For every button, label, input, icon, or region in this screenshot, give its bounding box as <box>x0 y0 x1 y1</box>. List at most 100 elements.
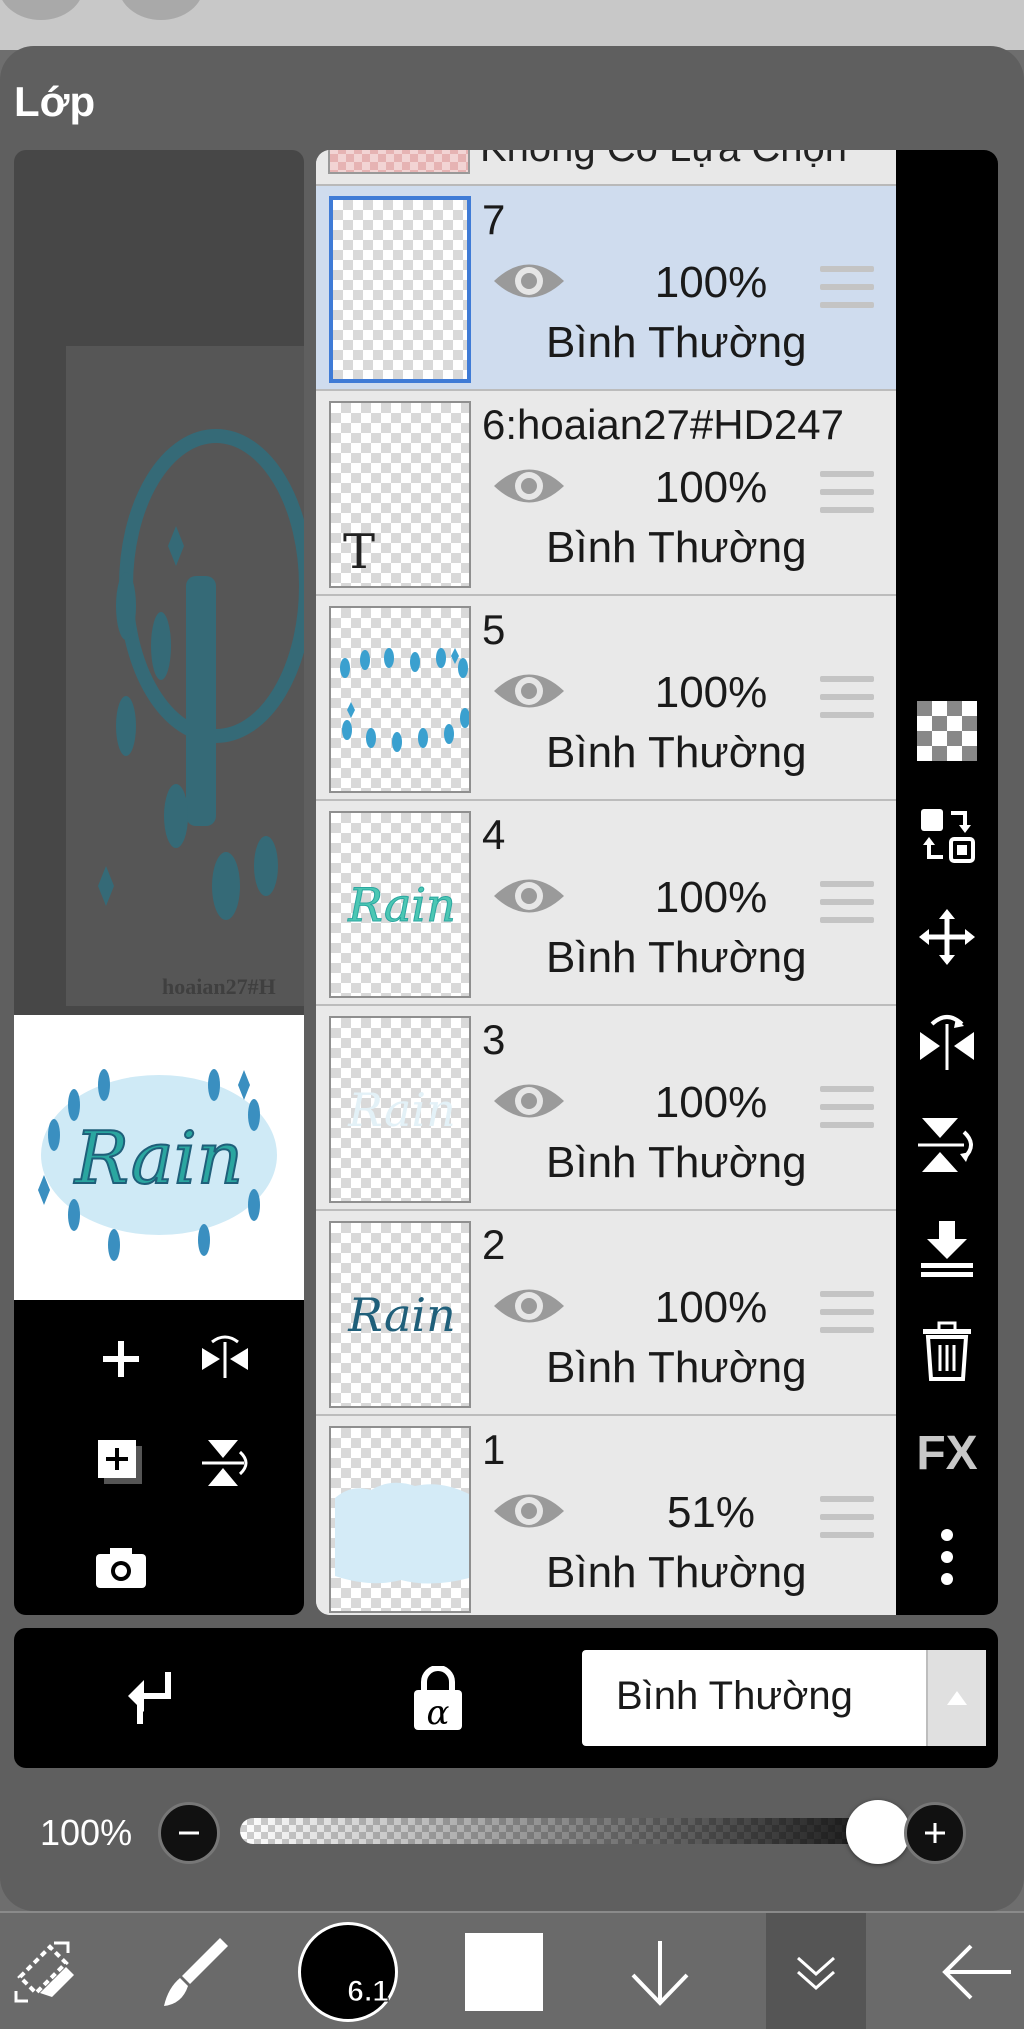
layer-opacity[interactable]: 100% <box>616 463 806 513</box>
back-arrow-icon[interactable] <box>930 1913 1024 2029</box>
layer-row[interactable]: T 6:hoaian27#HD247 100% Bình Thường <box>316 391 896 596</box>
flip-canvas-horizontal-icon[interactable] <box>194 1328 256 1390</box>
flip-canvas-vertical-icon[interactable] <box>194 1432 256 1494</box>
add-layer-icon[interactable] <box>90 1328 152 1390</box>
plus-icon[interactable] <box>904 1802 966 1864</box>
drag-handle-icon[interactable] <box>820 881 874 923</box>
camera-icon[interactable] <box>90 1536 152 1598</box>
layer-thumbnail[interactable] <box>329 606 471 793</box>
layer-opacity[interactable]: 100% <box>616 1078 806 1128</box>
transparency-icon[interactable] <box>906 690 988 772</box>
opacity-slider-handle[interactable] <box>846 1800 910 1864</box>
alpha-lock-icon[interactable]: α <box>410 1665 466 1737</box>
merge-down-icon[interactable] <box>906 1208 988 1290</box>
eye-icon[interactable] <box>492 1486 566 1536</box>
flip-horizontal-icon[interactable] <box>906 1000 988 1082</box>
more-icon[interactable] <box>906 1516 988 1598</box>
canvas-thumbnail[interactable]: Rain <box>14 1015 304 1300</box>
layer-thumbnail[interactable]: Rain <box>329 1221 471 1408</box>
blend-mode-select[interactable]: Bình Thường <box>582 1650 986 1746</box>
selection-layer[interactable]: Không Có Lựa Chọn <box>316 150 896 186</box>
swap-layers-icon[interactable] <box>906 794 988 876</box>
eye-icon[interactable] <box>492 1076 566 1126</box>
eye-icon[interactable] <box>492 256 566 306</box>
layer-thumbnail[interactable] <box>329 1426 471 1613</box>
layer-row[interactable]: Rain 2 100% Bình Thường <box>316 1211 896 1416</box>
selection-layer-thumbnail <box>328 150 470 174</box>
layer-thumbnail[interactable]: T <box>329 401 471 588</box>
transform-eraser-icon[interactable] <box>0 1913 90 2029</box>
layer-row[interactable]: 7 100% Bình Thường <box>316 186 896 391</box>
layer-blend-mode[interactable]: Bình Thường <box>546 933 807 983</box>
brush-size-indicator: 6.1 <box>298 1922 398 2022</box>
bottom-toolbar: 6.1 <box>0 1911 1024 2029</box>
minus-icon[interactable] <box>158 1802 220 1864</box>
thumbnail-text: Rain <box>347 1288 455 1342</box>
status-strip <box>0 0 1024 50</box>
drag-handle-icon[interactable] <box>820 1291 874 1333</box>
layer-row[interactable]: Rain 4 100% Bình Thường <box>316 801 896 1006</box>
fx-icon[interactable]: FX <box>906 1412 988 1494</box>
eye-icon[interactable] <box>492 666 566 716</box>
layer-blend-mode[interactable]: Bình Thường <box>546 1548 807 1598</box>
fx-label: FX <box>916 1426 978 1480</box>
layer-row[interactable]: 1 51% Bình Thường <box>316 1416 896 1615</box>
drag-handle-icon[interactable] <box>820 471 874 513</box>
arrow-down-icon[interactable] <box>614 1913 706 2029</box>
clipping-icon[interactable] <box>124 1666 178 1735</box>
drag-handle-icon[interactable] <box>820 1496 874 1538</box>
canvas-preview: hoaian27#H Rain <box>14 150 304 1615</box>
eye-icon[interactable] <box>492 871 566 921</box>
layer-name: 5 <box>482 606 506 653</box>
layer-tool-column: FX <box>896 150 998 1615</box>
opacity-value: 100% <box>40 1812 133 1853</box>
layer-opacity[interactable]: 51% <box>616 1488 806 1538</box>
canvas-watermark: hoaian27#H <box>162 974 276 999</box>
layer-thumbnail[interactable]: Rain <box>329 811 471 998</box>
move-icon[interactable] <box>906 896 988 978</box>
layer-blend-mode[interactable]: Bình Thường <box>546 318 807 368</box>
brush-icon[interactable] <box>150 1913 240 2029</box>
eye-icon[interactable] <box>492 461 566 511</box>
current-color-swatch <box>465 1933 543 2011</box>
thumbnail-text: Rain <box>347 878 455 932</box>
layer-opacity[interactable]: 100% <box>616 258 806 308</box>
layer-name: 3 <box>482 1016 506 1063</box>
top-button-right[interactable] <box>118 0 204 20</box>
selection-layer-label: Không Có Lựa Chọn <box>480 150 847 171</box>
eye-icon[interactable] <box>492 1281 566 1331</box>
layer-thumbnail[interactable] <box>329 196 471 383</box>
opacity-slider[interactable] <box>240 1818 910 1844</box>
layer-opacity[interactable]: 100% <box>616 668 806 718</box>
preview-toolbar <box>14 1300 304 1615</box>
layer-blend-mode[interactable]: Bình Thường <box>546 523 807 573</box>
layer-blend-mode[interactable]: Bình Thường <box>546 728 807 778</box>
thumbnail-rain-text: Rain <box>73 1116 243 1200</box>
drag-handle-icon[interactable] <box>820 1086 874 1128</box>
layer-thumbnail[interactable]: Rain <box>329 1016 471 1203</box>
layer-name: 1 <box>482 1426 506 1473</box>
layer-name: 6:hoaian27#HD247 <box>482 401 844 448</box>
top-button-left[interactable] <box>0 0 84 20</box>
color-button[interactable] <box>456 1913 552 2029</box>
layer-blend-mode[interactable]: Bình Thường <box>546 1138 807 1188</box>
drag-handle-icon[interactable] <box>820 266 874 308</box>
layer-list[interactable]: Không Có Lựa Chọn 7 100% Bình Thường T 6… <box>316 150 896 1615</box>
flip-vertical-icon[interactable] <box>906 1104 988 1186</box>
opacity-slider-row: 100% <box>14 1772 998 1890</box>
trash-icon[interactable] <box>906 1310 988 1392</box>
layer-row[interactable]: Rain 3 100% Bình Thường <box>316 1006 896 1211</box>
layer-opacity[interactable]: 100% <box>616 1283 806 1333</box>
drag-handle-icon[interactable] <box>820 676 874 718</box>
add-layer-copy-icon[interactable] <box>90 1432 152 1494</box>
layer-name: 4 <box>482 811 506 858</box>
chevron-up-icon[interactable] <box>926 1650 986 1746</box>
layer-row[interactable]: 5 100% Bình Thường <box>316 596 896 801</box>
layer-panel-toggle-icon[interactable] <box>766 1913 866 2029</box>
layer-blend-mode[interactable]: Bình Thường <box>546 1343 807 1393</box>
brush-size-button[interactable]: 6.1 <box>296 1913 400 2029</box>
layer-opacity[interactable]: 100% <box>616 873 806 923</box>
layer-name: 7 <box>482 196 506 243</box>
blend-mode-bar: α Bình Thường <box>14 1628 998 1768</box>
layer-name: 2 <box>482 1221 506 1268</box>
